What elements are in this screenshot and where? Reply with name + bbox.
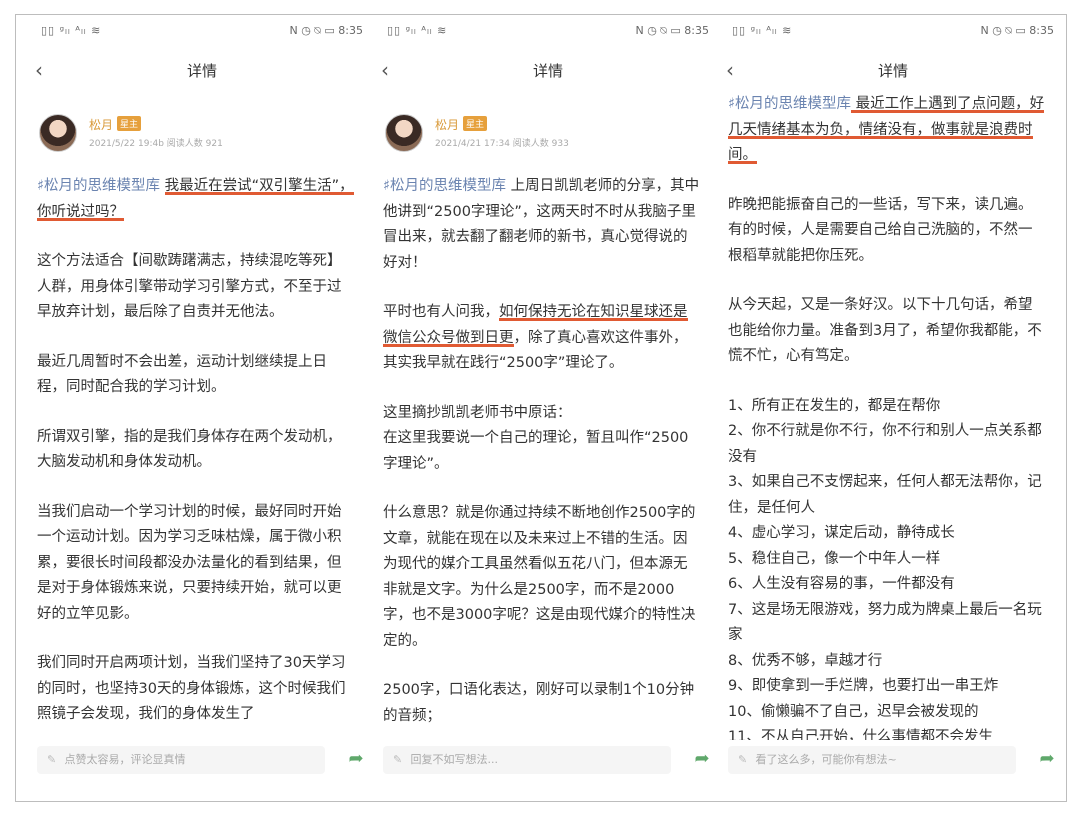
post-body: ♯松月的思维模型库 上周日凯凯老师的分享，其中他讲到“2500字理论”，这两天时… (383, 174, 701, 753)
paragraph: 这个方法适合【间歇踌躇满志，持续混吃等死】人群，用身体引擎带动学习引擎方式，不至… (37, 253, 342, 320)
topic-tag-link[interactable]: ♯松月的思维模型库 (37, 178, 160, 194)
comment-placeholder: 回复不如写想法... (410, 753, 499, 766)
paragraph: 1、所有正在发生的，都是在帮你 2、你不行就是你不行，你不行和别人一点关系都没有… (728, 397, 1042, 771)
owner-badge: 星主 (463, 116, 488, 131)
author-header: 松月 星主 2021/4/21 17:34 阅读人数 933 (385, 114, 705, 164)
paragraph: 我们同时开启两项计划，当我们坚持了30天学习的同时，也坚持30天的身体锻炼，这个… (37, 655, 346, 722)
comment-bar: ✎ 看了这么多，可能你有想法~ ➦ (724, 740, 1062, 780)
owner-badge: 星主 (117, 116, 142, 131)
paragraph: 所谓双引擎，指的是我们身体存在两个发动机，大脑发动机和身体发动机。 (37, 428, 342, 471)
status-right: N ◷ ⍉ ▭ 8:35 (289, 24, 363, 37)
paragraph: 这里摘抄凯凯老师书中原话： 在这里我要说一个自己的理论，暂且叫作“2500字理论… (383, 404, 689, 472)
author-name[interactable]: 松月 (89, 116, 113, 133)
paragraph: 最近几周暂时不会出差，运动计划继续提上日程，同时配合我的学习计划。 (37, 353, 327, 396)
paragraph: 平时也有人问我，如何保持无论在知识星球还是微信公众号做到日更，除了真心喜欢这件事… (383, 304, 688, 371)
pencil-icon: ✎ (738, 753, 748, 766)
paragraph: 昨晚把能振奋自己的一些话，写下来，读几遍。有的时候，人是需要自己给自己洗脑的，不… (728, 196, 1033, 264)
pencil-icon: ✎ (393, 753, 403, 766)
author-header: 松月 星主 2021/5/22 19:4b 阅读人数 921 (39, 114, 359, 164)
signal-icons: ▯▯ ᵍₗₗ ᴬₗₗ ≋ (732, 24, 793, 37)
screen-panel-1: ▯▯ ᵍₗₗ ᴬₗₗ ≋ N ◷ ⍉ ▭ 8:35 ‹ 详情 松月 星主 202… (33, 16, 371, 784)
share-icon[interactable]: ➦ (1036, 748, 1058, 770)
comment-placeholder: 看了这么多，可能你有想法~ (755, 753, 897, 766)
paragraph: ♯松月的思维模型库 上周日凯凯老师的分享，其中他讲到“2500字理论”，这两天时… (383, 178, 700, 271)
status-right: N ◷ ⍉ ▭ 8:35 (980, 24, 1054, 37)
comment-bar: ✎ 点赞太容易，评论显真情 ➦ (33, 740, 371, 780)
page-title: 详情 (877, 62, 908, 80)
page-title: 详情 (532, 62, 563, 80)
topic-tag-link[interactable]: ♯松月的思维模型库 (728, 96, 851, 112)
nav-bar: ‹ 详情 (33, 56, 371, 84)
share-icon[interactable]: ➦ (691, 748, 713, 770)
status-bar: ▯▯ ᵍₗₗ ᴬₗₗ ≋ N ◷ ⍉ ▭ 8:35 (33, 16, 371, 44)
screen-panel-2: ▯▯ ᵍₗₗ ᴬₗₗ ≋ N ◷ ⍉ ▭ 8:35 ‹ 详情 松月 星主 202… (379, 16, 717, 784)
comment-input[interactable]: ✎ 回复不如写想法... (383, 746, 671, 774)
status-right: N ◷ ⍉ ▭ 8:35 (635, 24, 709, 37)
signal-icons: ▯▯ ᵍₗₗ ᴬₗₗ ≋ (41, 24, 102, 37)
nav-bar: ‹ 详情 (379, 56, 717, 84)
paragraph: 什么意思？就是你通过持续不断地创作2500字的文章，就能在现在以及未来过上不错的… (383, 505, 696, 649)
paragraph: ♯松月的思维模型库 我最近在尝试“双引擎生活”，你听说过吗？ (37, 174, 355, 225)
post-meta: 2021/5/22 19:4b 阅读人数 921 (89, 139, 223, 149)
page-title: 详情 (186, 62, 217, 80)
signal-icons: ▯▯ ᵍₗₗ ᴬₗₗ ≋ (387, 24, 448, 37)
status-bar: ▯▯ ᵍₗₗ ᴬₗₗ ≋ N ◷ ⍉ ▭ 8:35 (724, 16, 1062, 44)
author-name[interactable]: 松月 (435, 116, 459, 133)
post-body: ♯松月的思维模型库 最近工作上遇到了点问题，好几天情绪基本为负，情绪没有，做事就… (728, 92, 1046, 784)
comment-input[interactable]: ✎ 点赞太容易，评论显真情 (37, 746, 325, 774)
paragraph: 从今天起，又是一条好汉。以下十几句话，希望也能给你力量。准备到3月了，希望你我都… (728, 297, 1042, 364)
paragraph: 2500字，口语化表达，刚好可以录制1个10分钟的音频； (383, 682, 695, 724)
pencil-icon: ✎ (47, 753, 57, 766)
paragraph: 当我们启动一个学习计划的时候，最好同时开始一个运动计划。因为学习乏味枯燥，属于微… (37, 503, 342, 622)
topic-tag-link[interactable]: ♯松月的思维模型库 (383, 178, 506, 194)
status-bar: ▯▯ ᵍₗₗ ᴬₗₗ ≋ N ◷ ⍉ ▭ 8:35 (379, 16, 717, 44)
comment-placeholder: 点赞太容易，评论显真情 (64, 753, 186, 766)
paragraph: ♯松月的思维模型库 最近工作上遇到了点问题，好几天情绪基本为负，情绪没有，做事就… (728, 92, 1046, 169)
share-icon[interactable]: ➦ (345, 748, 367, 770)
nav-bar: ‹ 详情 (724, 56, 1062, 84)
avatar[interactable] (385, 114, 423, 152)
avatar[interactable] (39, 114, 77, 152)
post-body: ♯松月的思维模型库 我最近在尝试“双引擎生活”，你听说过吗？ 这个方法适合【间歇… (37, 174, 355, 752)
post-meta: 2021/4/21 17:34 阅读人数 933 (435, 139, 569, 149)
screen-panel-3: ▯▯ ᵍₗₗ ᴬₗₗ ≋ N ◷ ⍉ ▭ 8:35 ‹ 详情 ♯松月的思维模型库… (724, 16, 1062, 784)
comment-input[interactable]: ✎ 看了这么多，可能你有想法~ (728, 746, 1016, 774)
comment-bar: ✎ 回复不如写想法... ➦ (379, 740, 717, 780)
